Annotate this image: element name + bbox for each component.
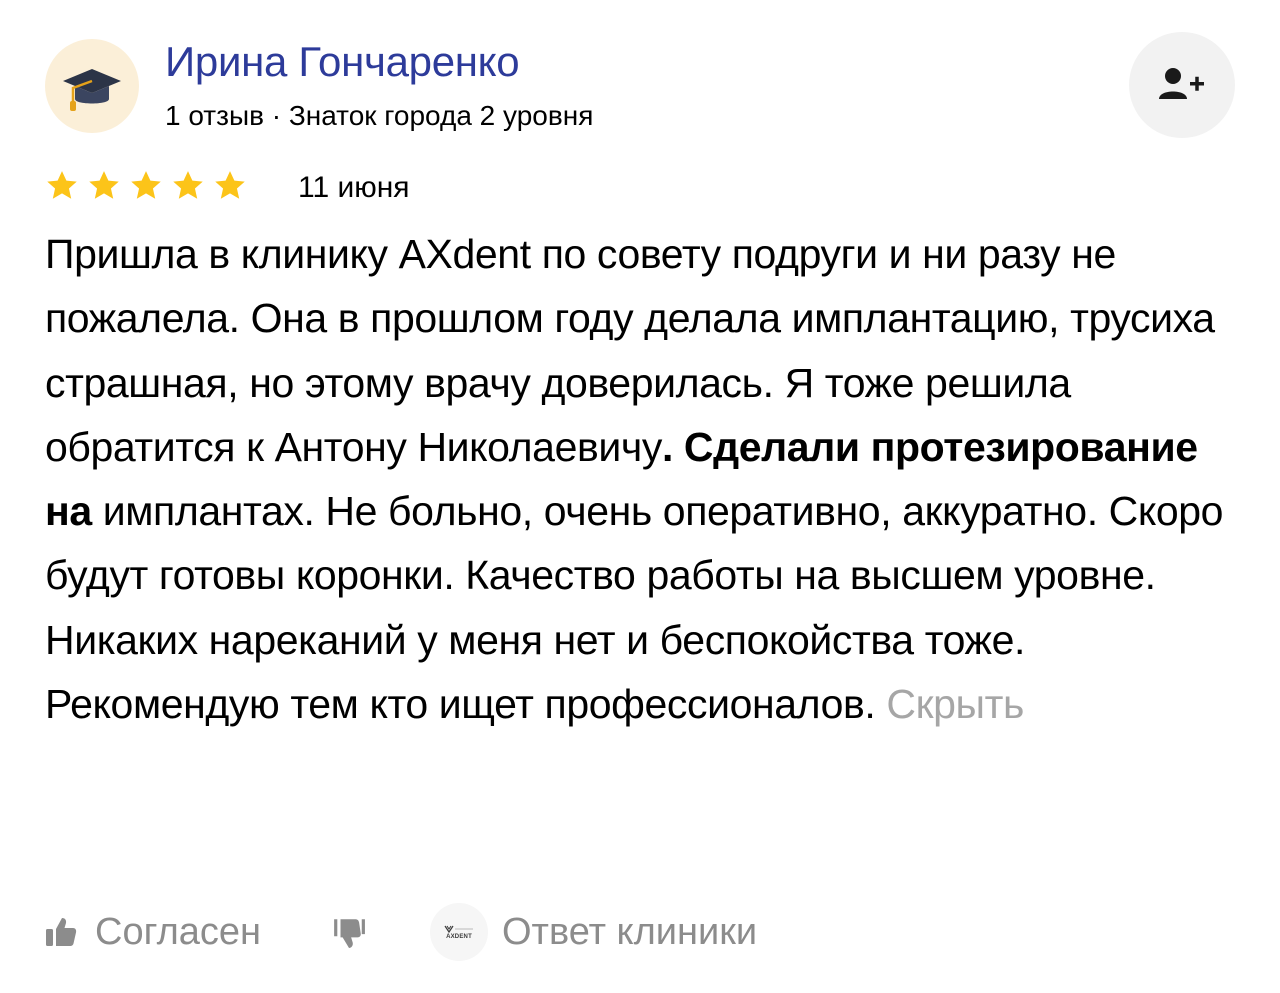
thumbs-up-icon (46, 918, 77, 946)
clinic-logo: AXDENT (430, 903, 488, 961)
thumbs-down-icon (334, 919, 365, 948)
rating-stars (45, 169, 247, 203)
star-icon (131, 171, 161, 199)
star-icon (215, 171, 245, 199)
review-actions: Согласен AXDENT Ответ клиники (45, 900, 1240, 964)
review-text-part2: имплантах. Не больно, очень оперативно, … (45, 488, 1224, 728)
author-meta: 1 отзыв · Знаток города 2 уровня (165, 100, 594, 131)
star-icon (89, 171, 119, 199)
add-user-icon (1159, 68, 1204, 99)
clinic-reply-button[interactable]: AXDENT Ответ клиники (430, 900, 757, 964)
author-name[interactable]: Ирина Гончаренко (165, 34, 520, 90)
like-button[interactable]: Согласен (45, 900, 261, 964)
dislike-button[interactable] (332, 900, 366, 964)
star-icon (47, 171, 77, 199)
review-date: 11 июня (298, 171, 410, 204)
like-label: Согласен (95, 910, 262, 953)
follow-button[interactable] (1129, 32, 1235, 138)
clinic-logo-icon (444, 925, 473, 933)
avatar[interactable] (45, 39, 139, 133)
graduation-cap-icon (63, 69, 121, 111)
star-icon (173, 171, 203, 199)
review-text: Пришла в клинику AXdent по совету подруг… (45, 222, 1240, 736)
clinic-logo-text: AXDENT (446, 933, 472, 940)
clinic-reply-label: Ответ клиники (502, 910, 758, 953)
hide-link[interactable]: Скрыть (886, 681, 1024, 727)
